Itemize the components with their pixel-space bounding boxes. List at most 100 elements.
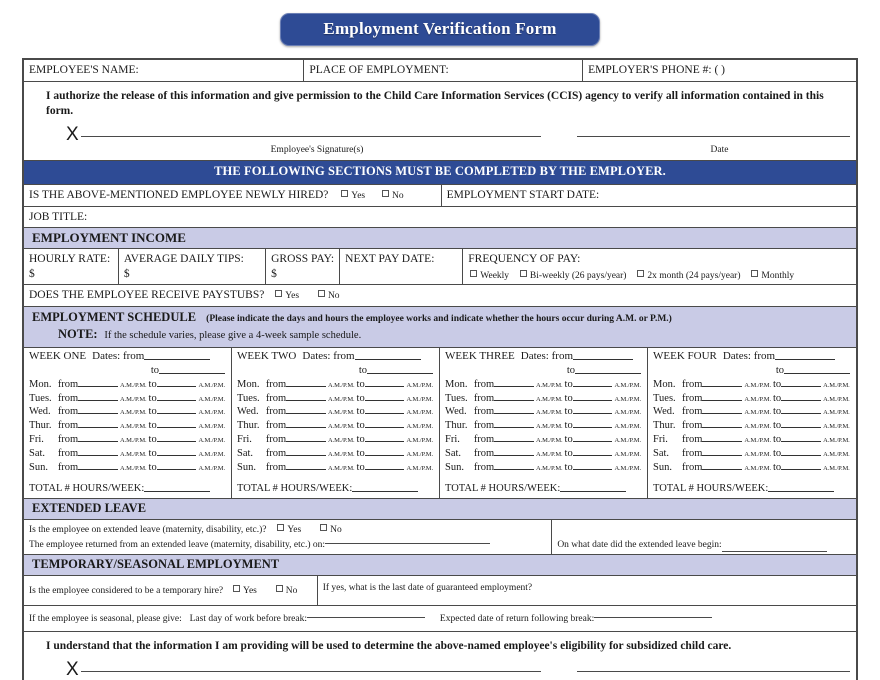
day-row: Sat. from A.M./P.M. to A.M./P.M. xyxy=(653,448,850,460)
day-row: Tues. from A.M./P.M. to A.M./P.M. xyxy=(29,392,225,404)
temporary-hire-no-option[interactable]: No xyxy=(260,584,297,596)
employment-start-date-field[interactable]: EMPLOYMENT START DATE: xyxy=(442,185,856,206)
week-four-total-hours[interactable]: TOTAL # HOURS/WEEK: xyxy=(653,482,852,495)
seasonal-return-field[interactable]: Expected date of return following break: xyxy=(428,612,713,624)
day-row: Mon. from A.M./P.M. to A.M./P.M. xyxy=(653,378,850,390)
employer-banner-row: THE FOLLOWING SECTIONS MUST BE COMPLETED… xyxy=(24,161,856,185)
paystubs-yes-option[interactable]: Yes xyxy=(267,289,299,301)
extended-leave-question: Is the employee on extended leave (mater… xyxy=(29,524,267,535)
guaranteed-employment-field[interactable]: If yes, what is the last date of guarant… xyxy=(318,576,856,605)
week-two-label: WEEK TWO xyxy=(237,349,297,362)
employer-signature-x: X xyxy=(66,659,79,680)
schedule-note-text: If the schedule varies, please give a 4-… xyxy=(104,330,362,342)
week-one-column: WEEK ONE Dates: from to Mon. from A.M./P.M… xyxy=(24,347,232,498)
employment-schedule-heading: EMPLOYMENT SCHEDULE xyxy=(32,310,197,325)
week-one-dates-from[interactable]: Dates: from xyxy=(92,350,211,364)
frequency-option-2x-month[interactable]: 2x month (24 pays/year) xyxy=(629,269,741,281)
extended-leave-begin-field[interactable]: On what date did the extended leave begi… xyxy=(552,520,856,555)
week-three-days: Mon. from A.M./P.M. to A.M./P.M. Tues. from A.… xyxy=(445,378,643,475)
week-schedule-row: WEEK ONE Dates: from to Mon. from A.M./P.M… xyxy=(24,347,856,499)
checkbox-icon[interactable] xyxy=(751,269,759,277)
temporary-hire-row: Is the employee considered to be a tempo… xyxy=(24,575,856,606)
newly-hired-question: IS THE ABOVE-MENTIONED EMPLOYEE NEWLY HI… xyxy=(29,188,329,201)
extended-leave-no-option[interactable]: No xyxy=(304,523,342,535)
schedule-note-label: NOTE: xyxy=(58,327,98,342)
understanding-text: I understand that the information I am p… xyxy=(46,639,732,652)
employee-signature-x: X xyxy=(66,124,79,146)
checkbox-icon[interactable] xyxy=(275,584,283,592)
employee-authorization-row: I authorize the release of this informat… xyxy=(24,82,856,161)
employer-signature-block: X Employer's Signature(s) Date xyxy=(24,653,856,680)
checkbox-icon[interactable] xyxy=(381,189,389,197)
employee-date-line-group[interactable] xyxy=(576,130,850,144)
seasonal-row: If the employee is seasonal, please give… xyxy=(24,606,856,632)
day-row: Wed. from A.M./P.M. to A.M./P.M. xyxy=(445,406,641,418)
week-three-dates-from[interactable]: Dates: from xyxy=(521,350,633,364)
checkbox-icon[interactable] xyxy=(233,584,241,592)
day-row: Wed. from A.M./P.M. to A.M./P.M. xyxy=(653,406,850,418)
week-four-dates-from[interactable]: Dates: from xyxy=(723,350,836,364)
checkbox-icon[interactable] xyxy=(277,523,285,531)
employee-signature-line-group[interactable] xyxy=(80,130,541,144)
next-pay-date-field[interactable]: NEXT PAY DATE: xyxy=(340,249,464,285)
employee-signature-block: X Employee's Signature(s) Date xyxy=(24,118,856,160)
paystubs-row: DOES THE EMPLOYEE RECEIVE PAYSTUBS? Yes … xyxy=(24,285,856,308)
average-daily-tips-field[interactable]: AVERAGE DAILY TIPS: $ xyxy=(119,249,267,285)
employee-signature-caption: Employee's Signature(s) xyxy=(270,145,364,156)
identity-row: EMPLOYEE'S NAME: PLACE OF EMPLOYMENT: EM… xyxy=(24,60,856,83)
week-three-dates-to[interactable]: to xyxy=(445,364,643,377)
extended-leave-yes-option[interactable]: Yes xyxy=(269,523,301,535)
checkbox-icon[interactable] xyxy=(317,290,325,298)
employer-understanding-row: I understand that the information I am p… xyxy=(24,632,856,680)
employer-date-line-group[interactable] xyxy=(576,665,850,679)
employer-phone-field[interactable]: EMPLOYER'S PHONE #: ( ) xyxy=(583,60,856,81)
place-of-employment-field[interactable]: PLACE OF EMPLOYMENT: xyxy=(304,60,584,82)
day-row: Wed. from A.M./P.M. to A.M./P.M. xyxy=(237,406,433,418)
day-row: Sat. from A.M./P.M. to A.M./P.M. xyxy=(445,448,641,460)
page-title: Employment Verification Form xyxy=(280,12,600,46)
week-two-dates-from[interactable]: Dates: from xyxy=(302,350,421,364)
employer-signature-line-group[interactable] xyxy=(80,665,541,679)
extended-leave-returned-field[interactable]: The employee returned from an extended l… xyxy=(29,536,546,552)
week-one-total-hours[interactable]: TOTAL # HOURS/WEEK: xyxy=(29,482,227,495)
gross-pay-field[interactable]: GROSS PAY: $ xyxy=(266,249,341,285)
frequency-option-weekly[interactable]: Weekly xyxy=(468,269,509,281)
week-four-column: WEEK FOUR Dates: from to Mon. from A.M./P.… xyxy=(648,348,856,498)
day-row: Fri. from A.M./P.M. to A.M./P.M. xyxy=(653,434,850,446)
checkbox-icon[interactable] xyxy=(320,523,328,531)
hourly-rate-field[interactable]: HOURLY RATE: $ xyxy=(24,249,119,285)
week-three-total-hours[interactable]: TOTAL # HOURS/WEEK: xyxy=(445,482,643,495)
day-row: Mon. from A.M./P.M. to A.M./P.M. xyxy=(237,378,433,390)
employment-verification-form: EMPLOYEE'S NAME: PLACE OF EMPLOYMENT: EM… xyxy=(22,58,858,680)
temporary-hire-yes-option[interactable]: Yes xyxy=(226,584,257,596)
day-row: Thur. from A.M./P.M. to A.M./P.M. xyxy=(445,420,641,432)
job-title-field[interactable]: JOB TITLE: xyxy=(24,207,856,227)
frequency-of-pay-group: FREQUENCY OF PAY: Weekly Bi-weekly (26 p… xyxy=(463,249,856,284)
week-two-dates-to[interactable]: to xyxy=(237,364,435,377)
frequency-option-biweekly[interactable]: Bi-weekly (26 pays/year) xyxy=(512,269,626,281)
temporary-seasonal-heading-row: TEMPORARY/SEASONAL EMPLOYMENT xyxy=(24,555,856,576)
paystubs-question: DOES THE EMPLOYEE RECEIVE PAYSTUBS? xyxy=(29,289,265,302)
employer-banner: THE FOLLOWING SECTIONS MUST BE COMPLETED… xyxy=(24,161,856,184)
seasonal-last-day-field[interactable]: Last day of work before break: xyxy=(185,612,426,624)
checkbox-icon[interactable] xyxy=(637,269,645,277)
employee-name-field[interactable]: EMPLOYEE'S NAME: xyxy=(24,60,305,82)
day-row: Tues. from A.M./P.M. to A.M./P.M. xyxy=(237,392,433,404)
day-row: Sun. from A.M./P.M. to A.M./P.M. xyxy=(653,461,850,473)
paystubs-no-option[interactable]: No xyxy=(302,289,340,301)
job-title-row: JOB TITLE: xyxy=(24,207,856,228)
checkbox-icon[interactable] xyxy=(341,189,349,197)
authorization-text: I authorize the release of this informat… xyxy=(46,90,824,117)
week-one-dates-to[interactable]: to xyxy=(29,364,227,377)
checkbox-icon[interactable] xyxy=(470,269,478,277)
week-two-total-hours[interactable]: TOTAL # HOURS/WEEK: xyxy=(237,482,435,495)
checkbox-icon[interactable] xyxy=(519,269,527,277)
newly-hired-yes-option[interactable]: Yes xyxy=(331,189,365,201)
week-three-column: WEEK THREE Dates: from to Mon. from A.M./P… xyxy=(440,347,648,498)
checkbox-icon[interactable] xyxy=(275,290,283,298)
week-four-dates-to[interactable]: to xyxy=(653,364,852,377)
newly-hired-no-option[interactable]: No xyxy=(368,189,404,201)
employee-date-caption: Date xyxy=(710,145,729,156)
frequency-option-monthly[interactable]: Monthly xyxy=(743,269,794,281)
day-row: Mon. from A.M./P.M. to A.M./P.M. xyxy=(29,378,225,390)
